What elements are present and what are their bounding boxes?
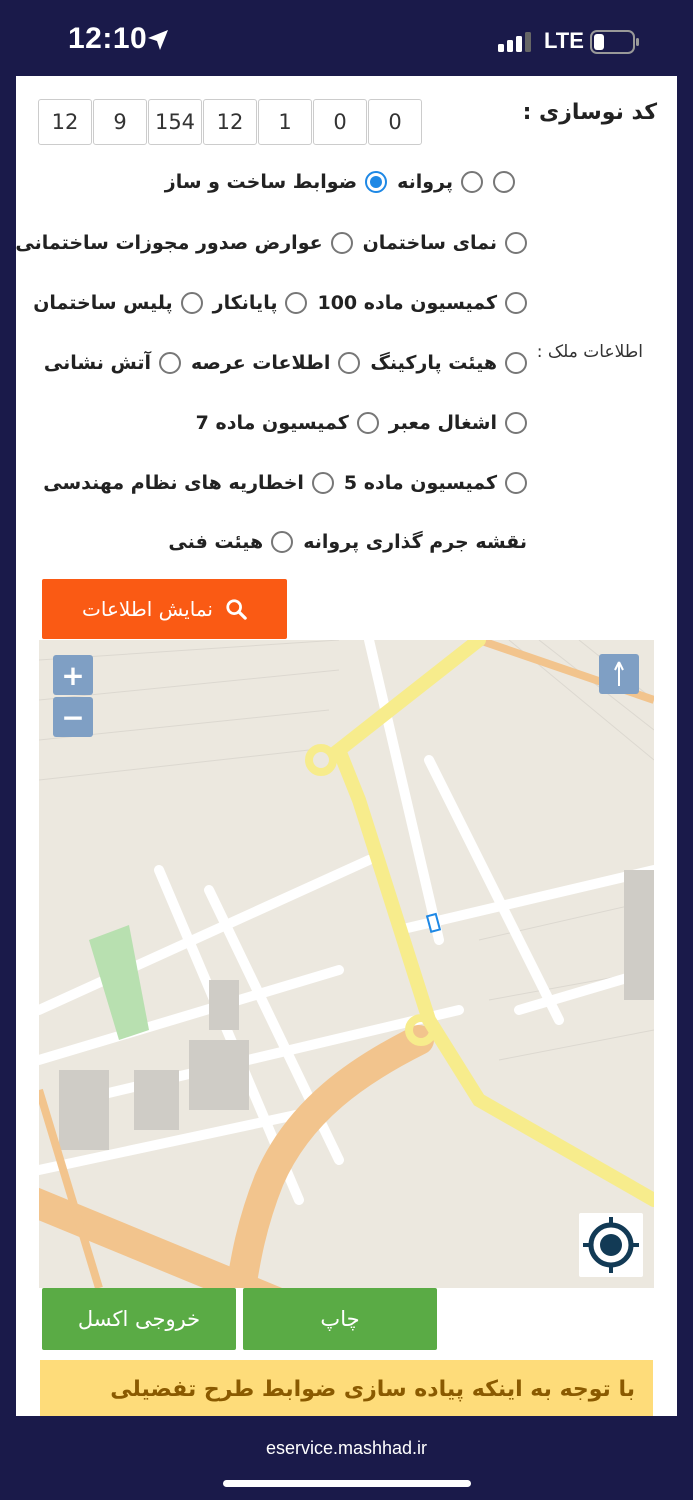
show-info-button[interactable]: نمایش اطلاعات [42,579,287,639]
option-commission-100[interactable]: کمیسیون ماده 100 [317,292,527,314]
code-field[interactable]: 0 [368,99,422,145]
map-tiles [39,640,654,1288]
radio-icon[interactable] [505,472,527,494]
radio-icon[interactable] [311,472,334,494]
option-technical-board[interactable]: هیئت فنی [168,531,294,553]
zoom-in-button[interactable]: + [53,655,93,695]
option-permit[interactable]: پروانه [397,171,483,193]
radio-icon[interactable] [356,412,379,434]
code-field[interactable]: 12 [203,99,257,145]
search-icon [226,599,247,620]
nosazi-code-fields: 12 9 154 12 1 0 0 [38,99,422,145]
radio-icon[interactable] [338,352,361,374]
radio-row-2: عوارض صدور مجوزات ساختمانی نمای ساختمان [16,232,527,254]
code-field[interactable]: 1 [258,99,312,145]
zoom-out-button[interactable]: − [53,697,93,737]
radio-icon[interactable] [180,292,203,314]
radio-row-1: ضوابط ساخت و ساز پروانه [165,171,515,193]
option-permit-fine-map[interactable]: نقشه جرم گذاری پروانه [303,531,527,553]
radio-icon[interactable] [271,531,294,553]
option-facade[interactable]: نمای ساختمان [363,232,527,254]
code-field[interactable]: 9 [93,99,147,145]
print-button[interactable]: چاپ [243,1288,437,1350]
url-label[interactable]: eservice.mashhad.ir [0,1438,693,1459]
option-completion[interactable]: پایانکار [213,292,308,314]
option-parking-board[interactable]: هیئت پارکینگ [370,352,527,374]
browser-bar: eservice.mashhad.ir [0,1416,693,1500]
option-engineering-notices[interactable]: اخطاریه های نظام مهندسی [43,472,334,494]
radio-row-6: اخطاریه های نظام مهندسی کمیسیون ماده 5 [43,472,527,494]
network-type: LTE [544,28,584,53]
radio-icon[interactable] [461,171,483,193]
clock: 12:10 [68,22,148,55]
home-indicator[interactable] [223,1480,471,1487]
radio-checked-icon[interactable] [365,171,388,193]
option-building-rules[interactable]: ضوابط ساخت و ساز [165,171,388,193]
option-building-police[interactable]: پلیس ساختمان [33,292,203,314]
crosshair-icon [583,1217,639,1273]
location-arrow-icon [148,30,168,50]
radio-row-5: کمیسیون ماده 7 اشغال معبر [196,412,527,434]
radio-row-3: پلیس ساختمان پایانکار کمیسیون ماده 100 [33,292,527,314]
radio-icon[interactable] [285,292,308,314]
option-passage-occupation[interactable]: اشغال معبر [389,412,527,434]
excel-export-button[interactable]: خروجی اکسل [42,1288,236,1350]
option-permit-fees[interactable]: عوارض صدور مجوزات ساختمانی [16,232,353,254]
code-field[interactable]: 12 [38,99,92,145]
property-info-label: اطلاعات ملک : [536,342,643,362]
radio-icon[interactable] [505,292,527,314]
code-field[interactable]: 0 [313,99,367,145]
notice-banner: با توجه به اینکه پیاده سازی ضوابط طرح تف… [40,1360,653,1416]
radio-icon[interactable] [505,352,527,374]
code-field[interactable]: 154 [148,99,202,145]
battery-icon [590,30,639,54]
option-commission-7[interactable]: کمیسیون ماده 7 [196,412,379,434]
option-commission-5[interactable]: کمیسیون ماده 5 [344,472,527,494]
nosazi-code-label: کد نوسازی : [522,100,657,125]
option-fire-dept[interactable]: آتش نشانی [44,352,182,374]
radio-row-7: هیئت فنی نقشه جرم گذاری پروانه [168,531,527,553]
north-arrow-icon[interactable] [599,654,639,694]
radio-row-4: آتش نشانی اطلاعات عرصه هیئت پارکینگ [44,352,527,374]
radio-icon[interactable] [159,352,182,374]
radio-icon[interactable] [505,232,527,254]
locate-me-button[interactable] [579,1213,643,1277]
radio-icon[interactable] [493,171,515,193]
option-land-info[interactable]: اطلاعات عرصه [191,352,361,374]
radio-icon[interactable] [505,412,527,434]
option-empty[interactable] [493,171,515,193]
page-content: کد نوسازی : 12 9 154 12 1 0 0 اطلاعات مل… [16,76,677,1416]
status-bar: 12:10 LTE [0,0,693,76]
map-view[interactable]: + − [39,640,654,1288]
radio-icon[interactable] [330,232,353,254]
signal-icon [498,32,531,52]
